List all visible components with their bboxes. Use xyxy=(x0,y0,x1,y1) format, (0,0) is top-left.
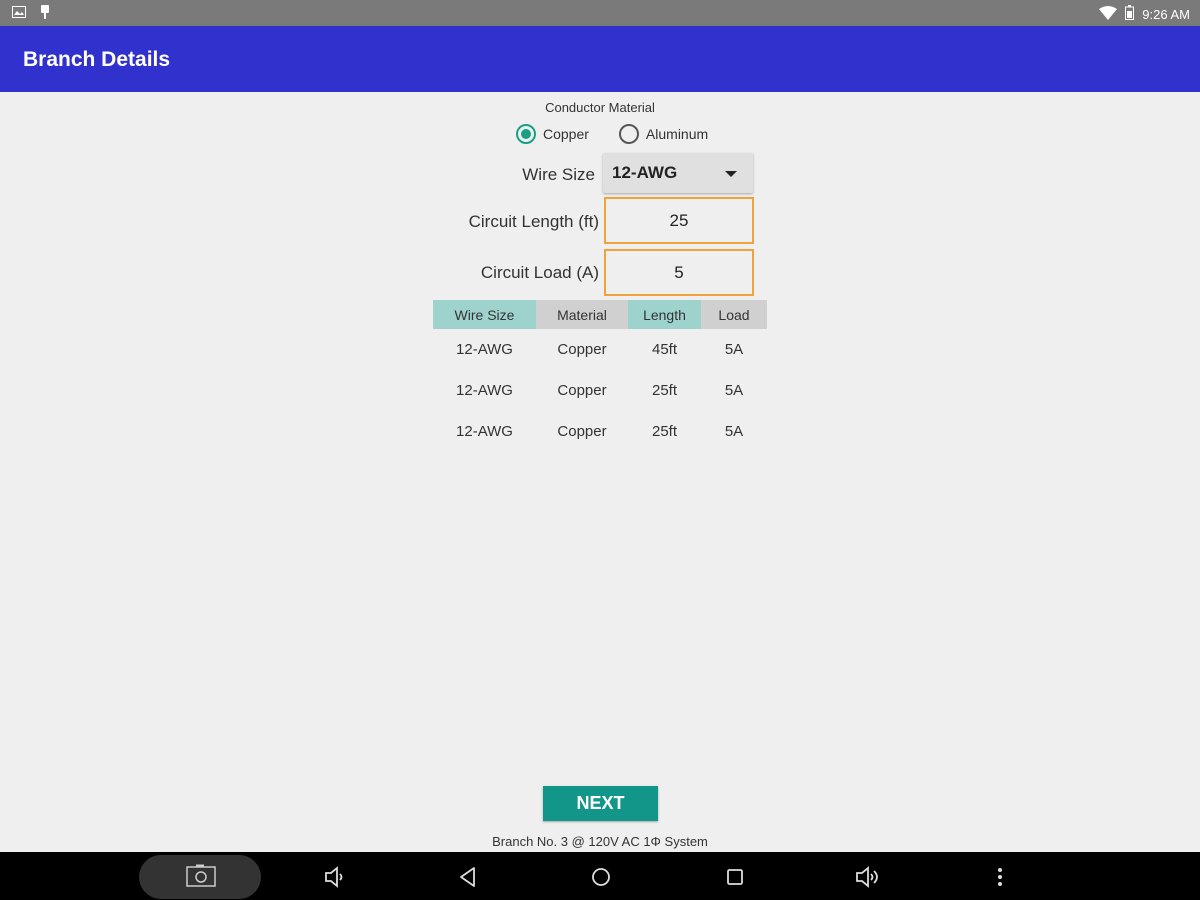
cell-length: 25ft xyxy=(651,423,678,440)
cell-wire-size: 12-AWG xyxy=(456,382,513,399)
cell-load: 5A xyxy=(724,423,744,440)
usb-notification-icon xyxy=(40,5,50,22)
page-title: Branch Details xyxy=(23,48,171,71)
system-nav-bar xyxy=(0,852,1200,900)
cell-material: Copper xyxy=(557,382,607,399)
image-notification-icon xyxy=(12,6,26,21)
radio-aluminum[interactable]: Aluminum xyxy=(618,124,708,144)
status-bar: 9:26 AM xyxy=(0,0,1200,26)
more-options-icon[interactable] xyxy=(990,864,1016,890)
table-row: 12-AWG Copper 25ft 5A xyxy=(433,370,767,411)
wire-size-label: Wire Size xyxy=(522,165,595,184)
cell-material: Copper xyxy=(557,423,607,440)
radio-aluminum-label[interactable]: Aluminum xyxy=(646,126,708,142)
status-left xyxy=(12,5,50,22)
status-time: 9:26 AM xyxy=(1142,6,1190,22)
cell-material: Copper xyxy=(557,341,607,358)
app-bar: Branch Details xyxy=(0,26,1200,92)
cell-length: 25ft xyxy=(651,382,678,399)
cell-load: 5A xyxy=(724,341,744,358)
recents-icon[interactable] xyxy=(722,864,748,890)
cell-wire-size: 12-AWG xyxy=(456,341,513,358)
branch-info-footer: Branch No. 3 @ 120V AC 1Φ System xyxy=(492,834,708,849)
conductor-material-label: Conductor Material xyxy=(545,100,655,115)
circuit-load-label: Circuit Load (A) xyxy=(480,263,599,282)
wire-size-dropdown[interactable]: 12-AWG xyxy=(603,153,753,193)
circuit-length-input[interactable] xyxy=(604,197,754,244)
volume-down-icon[interactable] xyxy=(322,864,348,890)
header-load: Load xyxy=(701,300,767,329)
radio-copper-label[interactable]: Copper xyxy=(543,126,589,142)
table-row: 12-AWG Copper 25ft 5A xyxy=(433,411,767,452)
next-button[interactable]: NEXT xyxy=(543,786,658,821)
volume-up-icon[interactable] xyxy=(854,864,880,890)
conductor-radio-group: Copper Aluminum xyxy=(516,124,738,144)
radio-copper[interactable]: Copper xyxy=(516,124,589,144)
home-icon[interactable] xyxy=(588,864,614,890)
main-content: Conductor Material Copper Aluminum Wire … xyxy=(0,92,1200,852)
screenshot-icon[interactable] xyxy=(186,864,216,890)
cell-length: 45ft xyxy=(651,341,678,358)
wifi-icon xyxy=(1099,5,1118,23)
cell-wire-size: 12-AWG xyxy=(456,423,513,440)
status-right: 9:26 AM xyxy=(1099,5,1190,23)
cell-load: 5A xyxy=(724,382,744,399)
circuit-length-label: Circuit Length (ft) xyxy=(468,212,599,231)
header-length: Length xyxy=(628,300,701,329)
table-header-row: Wire Size Material Length Load xyxy=(433,300,767,329)
header-material: Material xyxy=(536,300,628,329)
radio-copper-circle[interactable] xyxy=(516,124,536,144)
circuit-load-input[interactable] xyxy=(604,249,754,296)
table-row: 12-AWG Copper 45ft 5A xyxy=(433,329,767,370)
branch-table: Wire Size Material Length Load 12-AWG Co… xyxy=(433,300,767,452)
radio-aluminum-circle[interactable] xyxy=(618,124,639,144)
header-wire-size: Wire Size xyxy=(433,300,536,329)
chevron-down-icon[interactable] xyxy=(725,171,737,177)
battery-icon xyxy=(1125,5,1135,23)
wire-size-value[interactable]: 12-AWG xyxy=(612,163,677,183)
back-icon[interactable] xyxy=(455,864,481,890)
